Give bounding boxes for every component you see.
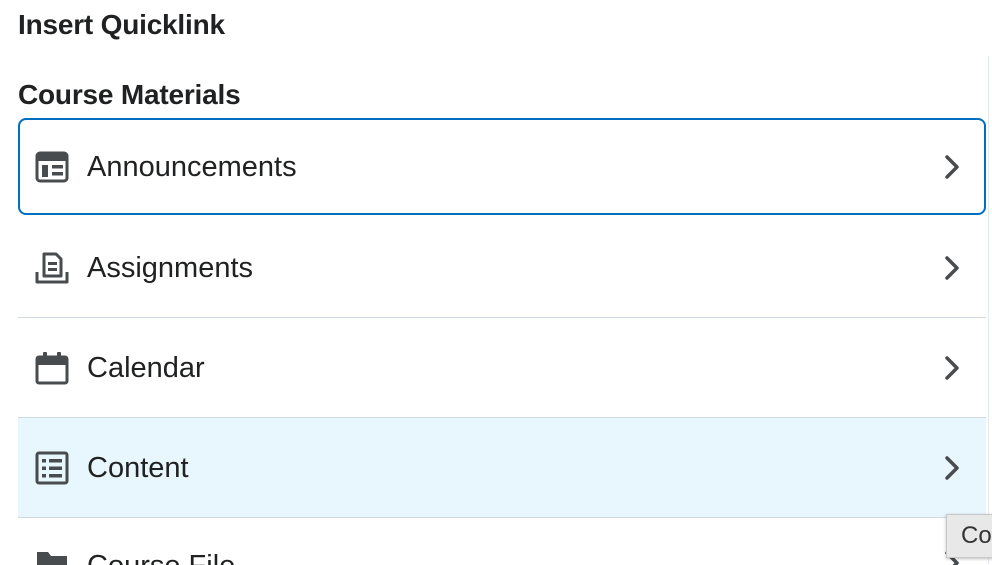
assignments-icon <box>34 250 70 286</box>
chevron-right-icon <box>940 152 964 182</box>
chevron-right-icon <box>940 453 964 483</box>
list-item-content[interactable]: Content <box>18 417 986 518</box>
list-item-announcements[interactable]: Announcements <box>18 118 986 215</box>
list-item-label: Course File <box>87 548 235 565</box>
list-item-label: Assignments <box>87 251 254 284</box>
announcements-icon <box>34 149 70 185</box>
list-item-assignments[interactable]: Assignments <box>18 218 986 318</box>
dialog-title: Insert Quicklink <box>18 9 225 40</box>
list-item-label: Announcements <box>87 150 297 183</box>
quicklink-list: Announcements Assignments Calendar Conte… <box>18 118 986 565</box>
list-item-calendar[interactable]: Calendar <box>18 318 986 418</box>
folder-icon <box>34 546 70 565</box>
tooltip: Co <box>946 514 992 558</box>
chevron-right-icon <box>940 353 964 383</box>
chevron-right-icon <box>940 253 964 283</box>
list-item-label: Calendar <box>87 351 205 384</box>
list-item-course-file[interactable]: Course File <box>18 518 986 565</box>
calendar-icon <box>34 350 70 386</box>
content-list-icon <box>34 450 70 486</box>
section-heading: Course Materials <box>18 79 241 110</box>
list-item-label: Content <box>87 451 189 484</box>
